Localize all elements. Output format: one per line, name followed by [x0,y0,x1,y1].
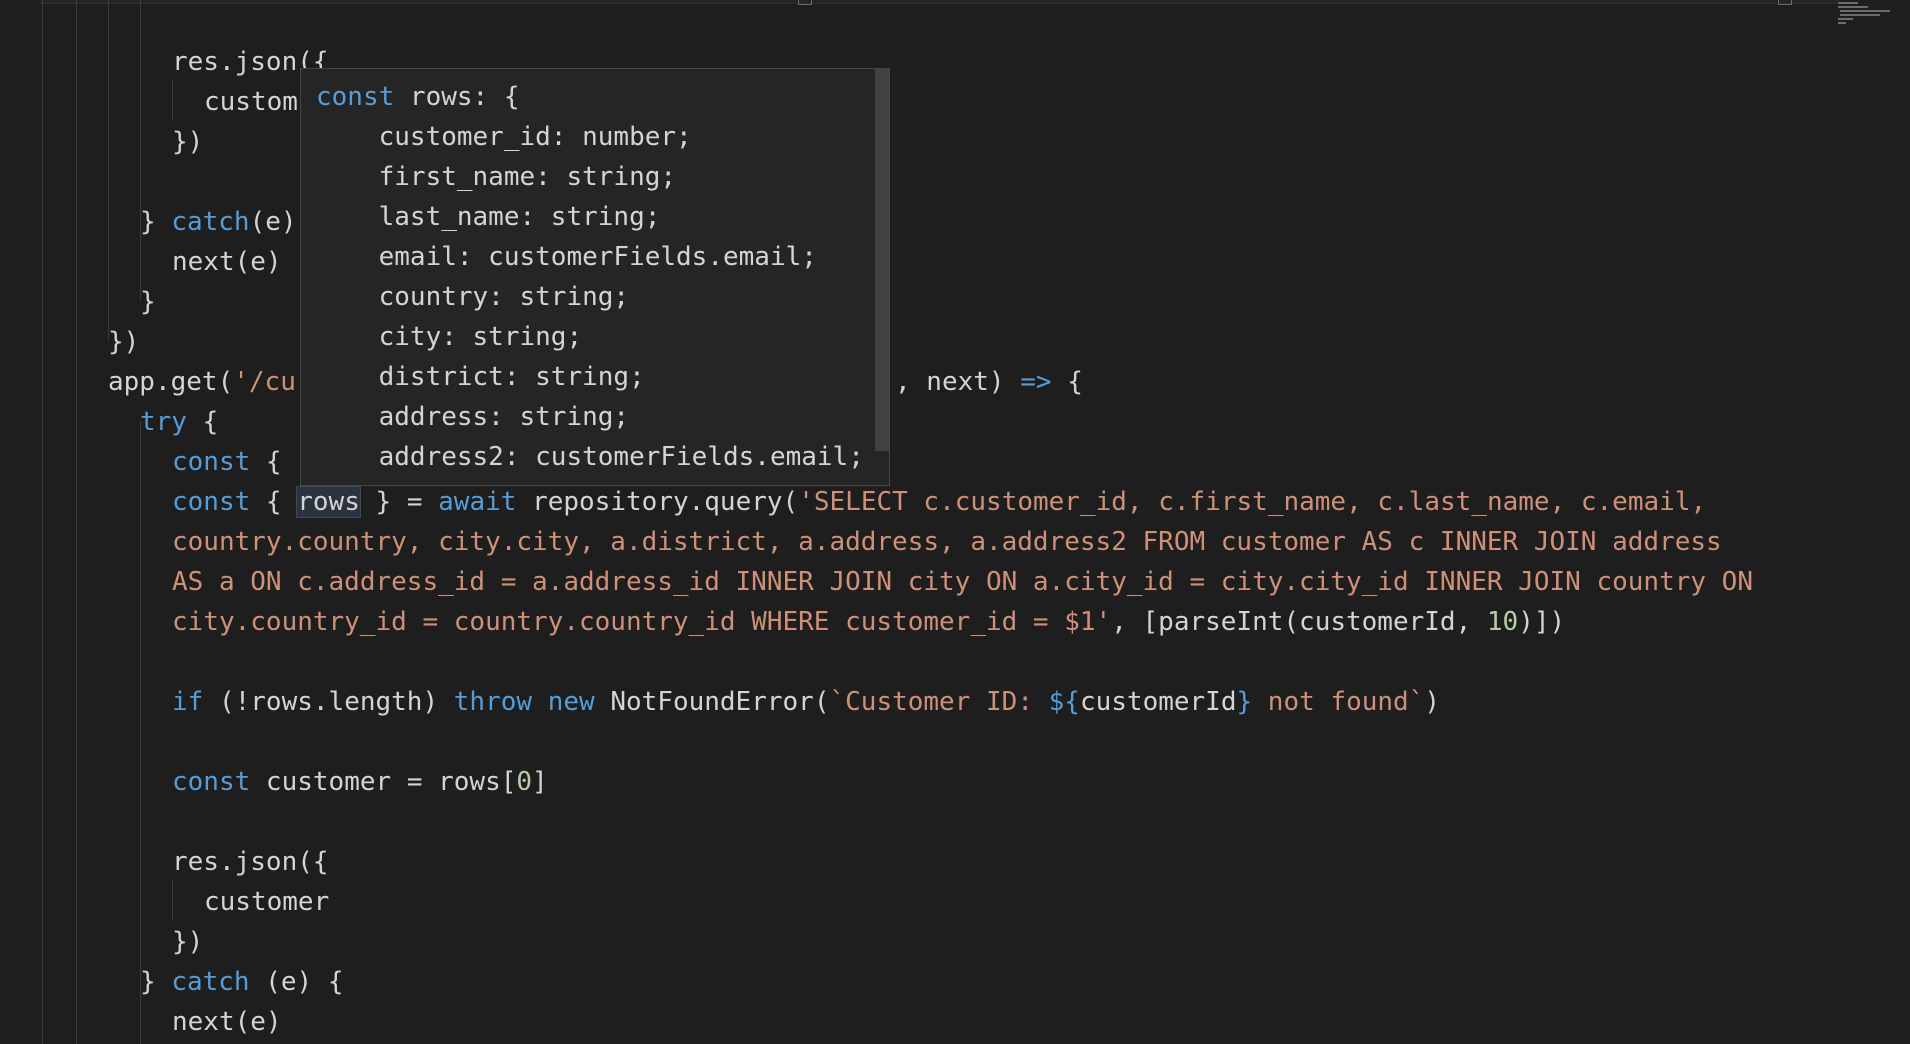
hover-line: district: string; [316,362,645,392]
minimap[interactable] [1830,0,1910,40]
code-line: next(e) [172,1007,282,1037]
code-line: city.country_id = country.country_id WHE… [172,607,1566,637]
code-line: customer [204,887,330,917]
rows-identifier[interactable]: rows [296,486,361,518]
code-line: }) [172,127,204,157]
hover-line: customer_id: number; [316,122,692,152]
code-line: res.json({ [172,847,329,877]
indent-guide [140,420,141,1044]
hover-line: address2: customerFields.email; [316,442,864,472]
code-line: country.country, city.city, a.district, … [172,527,1722,557]
code-line: } catch (e) { [140,967,344,997]
type-hover-tooltip: const rows: { customer_id: number; first… [300,68,890,486]
indent-guide [172,80,173,120]
code-line: }) [172,927,204,957]
indent-guide [172,880,173,920]
code-line: } [140,287,156,317]
code-line: } catch(e) [140,207,297,237]
code-line: custom [204,87,298,117]
hover-line: address: string; [316,402,630,432]
code-editor[interactable]: res.json({ custom }) } catch(e) next(e) … [0,0,1910,1044]
editor-top-border [40,0,1840,4]
hover-line: email: customerFields.email; [316,242,817,272]
tooltip-scrollbar[interactable] [875,69,889,451]
code-line: const { rows } = await repository.query(… [172,486,1707,518]
indent-guide [140,0,141,300]
hover-line: city: string; [316,322,583,352]
indent-guide [108,0,109,340]
fold-marker [798,0,812,5]
code-line: , next) => { [895,367,1083,397]
fold-marker [1778,0,1792,5]
code-line: try { [140,407,219,437]
code-line: if (!rows.length) throw new NotFoundErro… [172,687,1440,717]
code-line: }) [108,327,140,357]
indent-guide [42,0,43,1044]
code-line: const { [172,447,282,477]
indent-guide [76,0,77,1044]
code-line: next(e) [172,247,282,277]
hover-line: const rows: { [316,82,520,112]
hover-line: country: string; [316,282,630,312]
code-line: app.get('/cu [108,367,296,397]
code-line: AS a ON c.address_id = a.address_id INNE… [172,567,1753,597]
code-line: const customer = rows[0] [172,767,548,797]
hover-line: last_name: string; [316,202,661,232]
hover-line: first_name: string; [316,162,677,192]
hover-line: }[] [316,477,363,485]
